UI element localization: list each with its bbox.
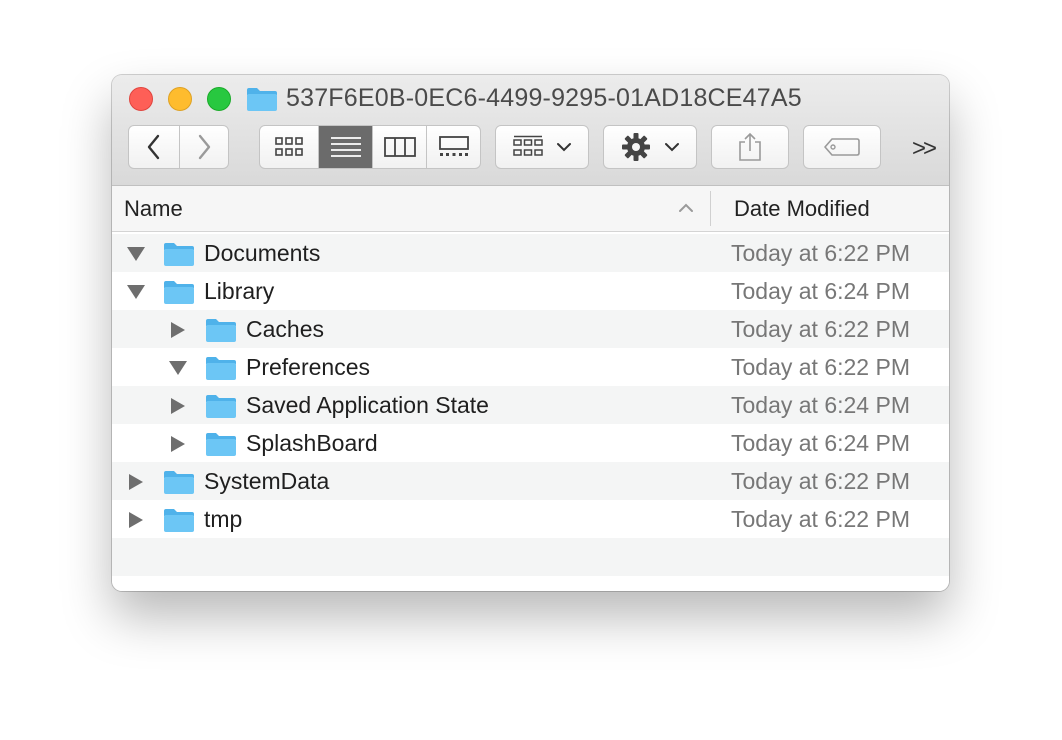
name-column-header[interactable]: Name bbox=[124, 196, 183, 222]
action-button[interactable] bbox=[603, 125, 697, 169]
file-date-modified: Today at 6:24 PM bbox=[731, 392, 910, 418]
empty-row bbox=[112, 538, 949, 576]
list-row[interactable]: Saved Application State Today at 6:24 PM bbox=[112, 386, 949, 424]
list-view-icon bbox=[330, 137, 361, 157]
disclosure-collapsed-icon[interactable] bbox=[168, 398, 188, 414]
disclosure-expanded-icon[interactable] bbox=[126, 246, 146, 262]
tag-icon bbox=[824, 138, 860, 156]
disclosure-collapsed-icon[interactable] bbox=[168, 436, 188, 452]
disclosure-collapsed-icon[interactable] bbox=[126, 512, 146, 528]
close-button[interactable] bbox=[129, 87, 153, 111]
file-date-modified: Today at 6:24 PM bbox=[731, 430, 910, 456]
file-name: Preferences bbox=[246, 354, 371, 380]
back-button[interactable] bbox=[129, 126, 179, 168]
chevron-right-icon bbox=[198, 134, 211, 160]
gallery-view-button[interactable] bbox=[426, 126, 480, 168]
list-row[interactable]: Documents Today at 6:22 PM bbox=[112, 234, 949, 272]
file-date-modified: Today at 6:22 PM bbox=[731, 316, 910, 342]
minimize-button[interactable] bbox=[168, 87, 192, 111]
file-name: Documents bbox=[204, 240, 321, 266]
file-date-modified: Today at 6:22 PM bbox=[731, 468, 910, 494]
file-name: Caches bbox=[246, 316, 324, 342]
folder-icon bbox=[247, 88, 277, 111]
window-title: 537F6E0B-0EC6-4499-9295-01AD18CE47A5 bbox=[286, 84, 802, 112]
file-name: tmp bbox=[204, 506, 243, 532]
file-name: Library bbox=[204, 278, 275, 304]
file-date-modified: Today at 6:22 PM bbox=[731, 506, 910, 532]
folder-icon bbox=[206, 357, 236, 380]
list-row[interactable]: tmp Today at 6:22 PM bbox=[112, 500, 949, 538]
titlebar: 537F6E0B-0EC6-4499-9295-01AD18CE47A5 >> bbox=[112, 75, 949, 186]
file-date-modified: Today at 6:24 PM bbox=[731, 278, 910, 304]
chevron-left-icon bbox=[147, 134, 160, 160]
chevron-down-icon bbox=[665, 143, 679, 152]
nav-group bbox=[128, 125, 229, 169]
file-date-modified: Today at 6:22 PM bbox=[731, 354, 910, 380]
list-row[interactable]: SplashBoard Today at 6:24 PM bbox=[112, 424, 949, 462]
share-button[interactable] bbox=[711, 125, 789, 169]
file-name: Saved Application State bbox=[246, 392, 489, 418]
disclosure-expanded-icon[interactable] bbox=[168, 360, 188, 376]
folder-icon bbox=[206, 319, 236, 342]
share-icon bbox=[739, 132, 761, 161]
view-mode-group bbox=[259, 125, 481, 169]
icon-view-button[interactable] bbox=[260, 126, 318, 168]
tag-button[interactable] bbox=[803, 125, 881, 169]
finder-window: 537F6E0B-0EC6-4499-9295-01AD18CE47A5 >> … bbox=[112, 75, 949, 591]
folder-icon bbox=[164, 281, 194, 304]
folder-icon bbox=[206, 395, 236, 418]
file-date-modified: Today at 6:22 PM bbox=[731, 240, 910, 266]
gear-icon bbox=[622, 133, 650, 161]
gallery-view-icon bbox=[438, 136, 469, 156]
forward-button[interactable] bbox=[179, 126, 228, 168]
file-name: SplashBoard bbox=[246, 430, 378, 456]
date-modified-column-header[interactable]: Date Modified bbox=[734, 196, 870, 222]
list-row[interactable]: SystemData Today at 6:22 PM bbox=[112, 462, 949, 500]
disclosure-expanded-icon[interactable] bbox=[126, 284, 146, 300]
column-divider[interactable] bbox=[710, 191, 711, 226]
list-row[interactable]: Preferences Today at 6:22 PM bbox=[112, 348, 949, 386]
column-view-icon bbox=[383, 137, 416, 157]
file-list: Documents Today at 6:22 PM Library Today at… bbox=[112, 232, 949, 591]
group-grid-icon bbox=[513, 135, 543, 156]
list-row[interactable]: Library Today at 6:24 PM bbox=[112, 272, 949, 310]
folder-icon bbox=[164, 509, 194, 532]
disclosure-collapsed-icon[interactable] bbox=[126, 474, 146, 490]
list-header: Name Date Modified bbox=[112, 186, 949, 232]
icon-view-icon bbox=[275, 137, 303, 156]
file-name: SystemData bbox=[204, 468, 330, 494]
chevron-down-icon bbox=[557, 143, 571, 152]
folder-icon bbox=[164, 471, 194, 494]
folder-icon bbox=[164, 243, 194, 266]
group-button[interactable] bbox=[495, 125, 589, 169]
toolbar-overflow-button[interactable]: >> bbox=[912, 135, 937, 163]
list-row[interactable]: Caches Today at 6:22 PM bbox=[112, 310, 949, 348]
zoom-button[interactable] bbox=[207, 87, 231, 111]
folder-icon bbox=[206, 433, 236, 456]
sort-ascending-icon bbox=[679, 203, 693, 212]
list-view-button[interactable] bbox=[318, 126, 372, 168]
disclosure-collapsed-icon[interactable] bbox=[168, 322, 188, 338]
column-view-button[interactable] bbox=[372, 126, 426, 168]
